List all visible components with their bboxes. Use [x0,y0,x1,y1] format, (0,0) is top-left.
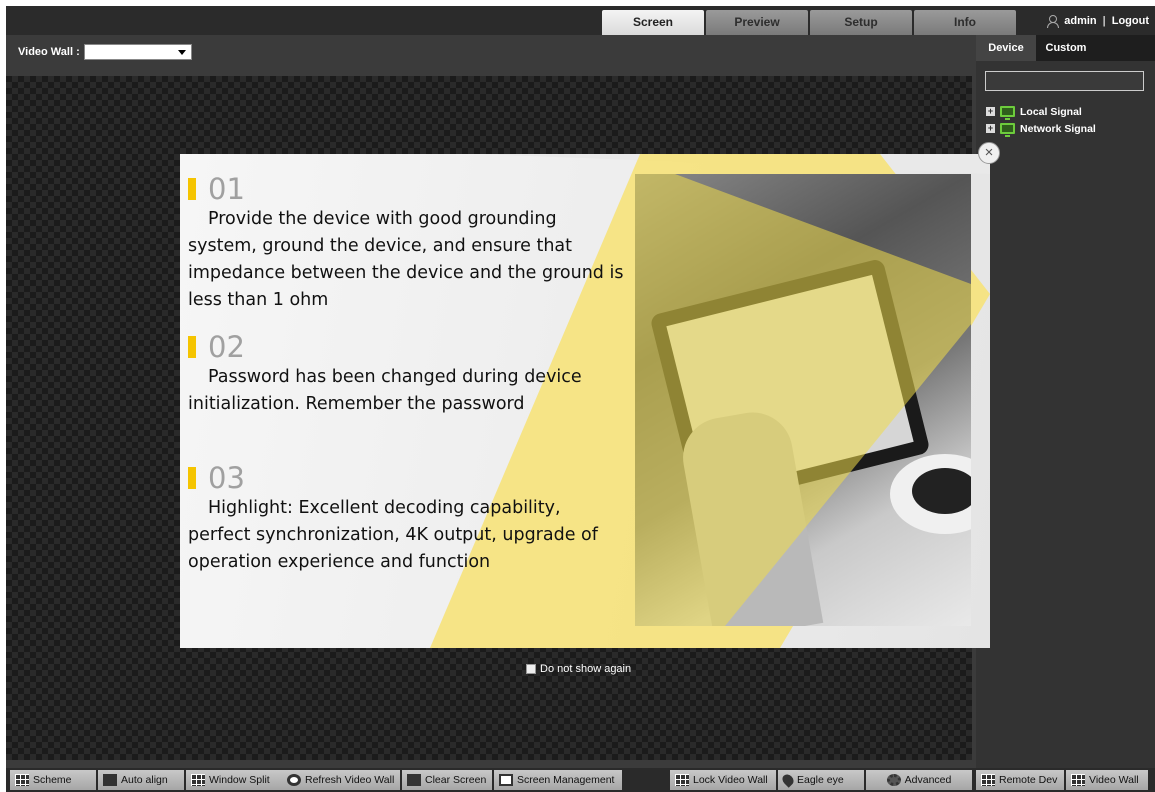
button-label: Video Wall [1089,774,1139,786]
tab-screen[interactable]: Screen [602,10,704,35]
refresh-video-wall-button[interactable]: Refresh Video Wall [282,770,400,790]
eagle-eye-button[interactable]: Eagle eye [778,770,864,790]
video-wall-icon [1071,774,1085,786]
advanced-button[interactable]: Advanced [866,770,972,790]
expand-icon[interactable]: + [986,107,995,116]
tip-item: 01 Provide the device with good groundin… [188,172,638,314]
video-wall-selector: Video Wall : [18,44,192,60]
clear-screen-button[interactable]: Clear Screen [402,770,492,790]
button-label: Lock Video Wall [693,774,768,786]
refresh-icon [287,774,301,786]
logout-link[interactable]: Logout [1112,15,1149,27]
scheme-button[interactable]: Scheme [10,770,96,790]
tip-number: 03 [208,461,245,495]
tip-number: 02 [208,330,245,364]
device-search-input[interactable] [985,71,1144,91]
video-wall-select[interactable] [83,44,192,60]
device-tree: + Local Signal + Network Signal [986,103,1096,137]
tree-item-label: Network Signal [1020,122,1096,135]
tip-text: Highlight: Excellent decoding capability… [188,498,598,572]
window-split-button[interactable]: Window Split [186,770,282,790]
checkbox-icon[interactable] [526,664,536,674]
local-signal-icon [1000,106,1015,120]
window-split-icon [191,774,205,786]
network-signal-icon [1000,123,1015,137]
tab-device[interactable]: Device [976,35,1036,61]
tree-item-network-signal[interactable]: + Network Signal [986,120,1096,137]
tips-popup: 01 Provide the device with good groundin… [180,154,990,648]
button-label: Window Split [209,774,270,786]
main-tabs: Screen Preview Setup Info [602,10,1016,35]
tip-item: 02 Password has been changed during devi… [188,330,638,418]
tab-custom[interactable]: Custom [1036,35,1096,61]
photo-yellow-overlay [635,174,971,626]
tab-info[interactable]: Info [914,10,1016,35]
right-panel: Device Custom + Local Signal + Network S… [976,35,1155,768]
right-panel-tabs: Device Custom [976,35,1155,61]
button-label: Advanced [904,774,952,786]
tip-marker [188,336,196,358]
tip-text: Provide the device with good grounding s… [188,209,624,310]
button-label: Auto align [121,774,168,786]
tab-setup[interactable]: Setup [810,10,912,35]
bottom-toolbar: Scheme Auto align Window Split Refresh V… [6,768,1155,792]
close-popup-button[interactable]: × [978,142,1000,164]
remote-dev-button[interactable]: Remote Dev [976,770,1064,790]
top-bar: Screen Preview Setup Info admin | Logout [6,6,1155,35]
button-label: Remote Dev [999,774,1058,786]
button-label: Refresh Video Wall [305,774,395,786]
tip-number: 01 [208,172,245,206]
button-label: Scheme [33,774,72,786]
gear-icon [886,774,901,786]
remote-dev-icon [981,774,995,786]
button-label: Clear Screen [425,774,487,786]
tip-item: 03 Highlight: Excellent decoding capabil… [188,461,638,576]
lock-video-wall-button[interactable]: Lock Video Wall [670,770,776,790]
auto-align-button[interactable]: Auto align [98,770,184,790]
tip-marker [188,178,196,200]
button-label: Eagle eye [797,774,844,786]
dont-show-again-label: Do not show again [540,663,632,675]
separator: | [1102,15,1106,27]
username: admin [1064,15,1097,27]
clear-screen-icon [407,774,421,786]
dont-show-again-checkbox[interactable]: Do not show again [526,663,631,675]
scheme-icon [15,774,29,786]
expand-icon[interactable]: + [986,124,995,133]
tip-marker [188,467,196,489]
monitor-icon [499,774,513,786]
button-label: Screen Management [517,774,615,786]
video-wall-label: Video Wall : [18,46,80,58]
video-wall-button[interactable]: Video Wall [1066,770,1148,790]
user-icon [1046,15,1060,28]
location-pin-icon [780,772,796,788]
auto-align-icon [103,774,117,786]
tab-preview[interactable]: Preview [706,10,808,35]
tip-text: Password has been changed during device … [188,367,582,414]
lock-video-wall-icon [675,774,689,786]
tablet-photo [635,174,971,626]
tree-item-label: Local Signal [1020,105,1082,118]
screen-management-button[interactable]: Screen Management [494,770,622,790]
user-box: admin | Logout [1046,15,1149,28]
tree-item-local-signal[interactable]: + Local Signal [986,103,1096,120]
